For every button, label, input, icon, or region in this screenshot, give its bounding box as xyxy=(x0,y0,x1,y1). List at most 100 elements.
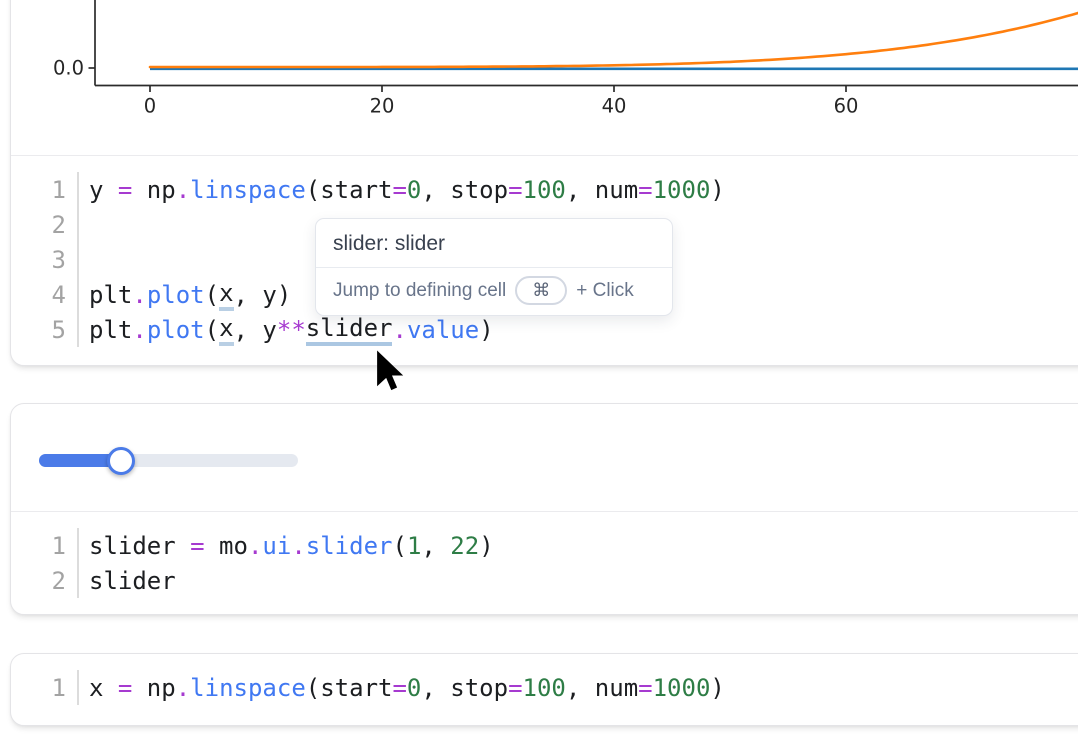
code-token: plt xyxy=(89,316,132,344)
code-token: y xyxy=(89,176,118,204)
line-number: 5 xyxy=(11,312,66,347)
code-token: . xyxy=(248,532,262,560)
code-token: np xyxy=(132,674,175,702)
code-token: ( xyxy=(205,281,219,309)
variable-reference-link[interactable]: x xyxy=(219,314,233,346)
code-text: plt.plot(x, y**slider.value) xyxy=(77,312,1078,347)
code-token: 0 xyxy=(407,176,421,204)
code-token: (start xyxy=(306,176,393,204)
code-token: = xyxy=(118,674,132,702)
code-token: slider xyxy=(89,532,190,560)
code-token: ) xyxy=(710,176,724,204)
code-token: linspace xyxy=(190,674,306,702)
code-token: 100 xyxy=(523,176,566,204)
code-token: , y xyxy=(234,316,277,344)
code-editor-slider-cell[interactable]: 1slider = mo.ui.slider(1, 22)2slider xyxy=(11,512,1078,614)
code-token: slider xyxy=(89,567,176,595)
code-token: ) xyxy=(479,316,493,344)
variable-reference-link[interactable]: x xyxy=(219,279,233,311)
series-line-orange xyxy=(150,11,1078,67)
code-token: = xyxy=(118,176,132,204)
code-line[interactable]: 2 slider xyxy=(11,563,1078,598)
code-text: y = np.linspace(start=0, stop=100, num=1… xyxy=(77,172,1078,207)
code-token: ** xyxy=(277,316,306,344)
y-tick-label: 0.0 xyxy=(53,57,84,80)
code-token: = xyxy=(392,176,406,204)
code-token: (start xyxy=(306,674,393,702)
code-token: , num xyxy=(566,176,638,204)
code-token: ui xyxy=(262,532,291,560)
code-token: 1000 xyxy=(653,674,711,702)
code-line[interactable]: 1x = np.linspace(start=0, stop=100, num=… xyxy=(11,670,1078,705)
code-token: . xyxy=(291,532,305,560)
line-number: 4 xyxy=(11,277,66,312)
code-token: , stop xyxy=(421,176,508,204)
tooltip-variable-name: slider: slider xyxy=(316,219,672,267)
plot-canvas: 0 20 40 60 0.0 xyxy=(11,0,1078,154)
code-token: x xyxy=(89,674,118,702)
tooltip-action-label: Jump to defining cell xyxy=(333,280,506,302)
x-tick-label: 0 xyxy=(144,95,156,118)
code-editor-x-cell[interactable]: 1x = np.linspace(start=0, stop=100, num=… xyxy=(11,654,1078,721)
code-text: slider xyxy=(77,563,1078,598)
line-number: 1 xyxy=(11,670,66,705)
code-token: value xyxy=(407,316,479,344)
code-token: = xyxy=(508,674,522,702)
code-token: ) xyxy=(710,674,724,702)
line-number: 1 xyxy=(11,172,66,207)
code-line[interactable]: 1slider = mo.ui.slider(1, 22) xyxy=(11,528,1078,563)
code-token: linspace xyxy=(190,176,306,204)
code-token: . xyxy=(132,281,146,309)
code-token: 1 xyxy=(407,532,421,560)
line-number: 2 xyxy=(11,563,66,598)
code-token: = xyxy=(508,176,522,204)
code-token: = xyxy=(638,674,652,702)
code-token: = xyxy=(638,176,652,204)
code-token: 22 xyxy=(450,532,479,560)
code-token: . xyxy=(392,316,406,344)
x-tick-label: 20 xyxy=(370,95,395,118)
code-token: plt xyxy=(89,281,132,309)
x-tick-label: 40 xyxy=(602,95,627,118)
matplotlib-output: 0 20 40 60 0.0 xyxy=(11,0,1078,155)
code-token: . xyxy=(176,674,190,702)
code-token: ( xyxy=(205,316,219,344)
line-number: 2 xyxy=(11,207,66,242)
code-token: = xyxy=(392,674,406,702)
line-number: 3 xyxy=(11,242,66,277)
code-token: 0 xyxy=(407,674,421,702)
tooltip-click-hint: + Click xyxy=(576,280,634,302)
tooltip-action-row: Jump to defining cell ⌘ + Click xyxy=(316,268,672,315)
slider-handle[interactable] xyxy=(107,447,135,475)
code-token: , xyxy=(421,532,450,560)
code-token: , y) xyxy=(234,281,292,309)
marimo-notebook: 02040600.0 1y = np.linspace(start=0, sto… xyxy=(0,0,1078,746)
code-line[interactable]: 5plt.plot(x, y**slider.value) xyxy=(11,312,1078,347)
code-line[interactable]: 1y = np.linspace(start=0, stop=100, num=… xyxy=(11,172,1078,207)
code-text: slider = mo.ui.slider(1, 22) xyxy=(77,528,1078,563)
cmd-key-badge: ⌘ xyxy=(515,276,567,305)
command-icon: ⌘ xyxy=(532,280,550,301)
code-token: ) xyxy=(479,532,493,560)
x-tick-label: 60 xyxy=(834,95,859,118)
code-token: , stop xyxy=(421,674,508,702)
code-token: . xyxy=(176,176,190,204)
variable-tooltip: slider: slider Jump to defining cell ⌘ +… xyxy=(315,218,673,316)
code-text: x = np.linspace(start=0, stop=100, num=1… xyxy=(77,670,1078,705)
code-token: 100 xyxy=(523,674,566,702)
slider-track[interactable] xyxy=(39,454,298,467)
slider-widget xyxy=(11,404,1078,511)
line-number: 1 xyxy=(11,528,66,563)
code-token: , num xyxy=(566,674,638,702)
code-token: = xyxy=(190,532,204,560)
code-token: np xyxy=(132,176,175,204)
code-token: 1000 xyxy=(653,176,711,204)
code-token: plot xyxy=(147,316,205,344)
notebook-cell-slider: 1slider = mo.ui.slider(1, 22)2slider xyxy=(10,403,1078,615)
notebook-cell-x: 1x = np.linspace(start=0, stop=100, num=… xyxy=(10,653,1078,726)
code-token: plot xyxy=(147,281,205,309)
code-token: slider xyxy=(306,532,393,560)
code-token: ( xyxy=(392,532,406,560)
variable-reference-link[interactable]: slider xyxy=(306,314,393,346)
code-token: . xyxy=(132,316,146,344)
